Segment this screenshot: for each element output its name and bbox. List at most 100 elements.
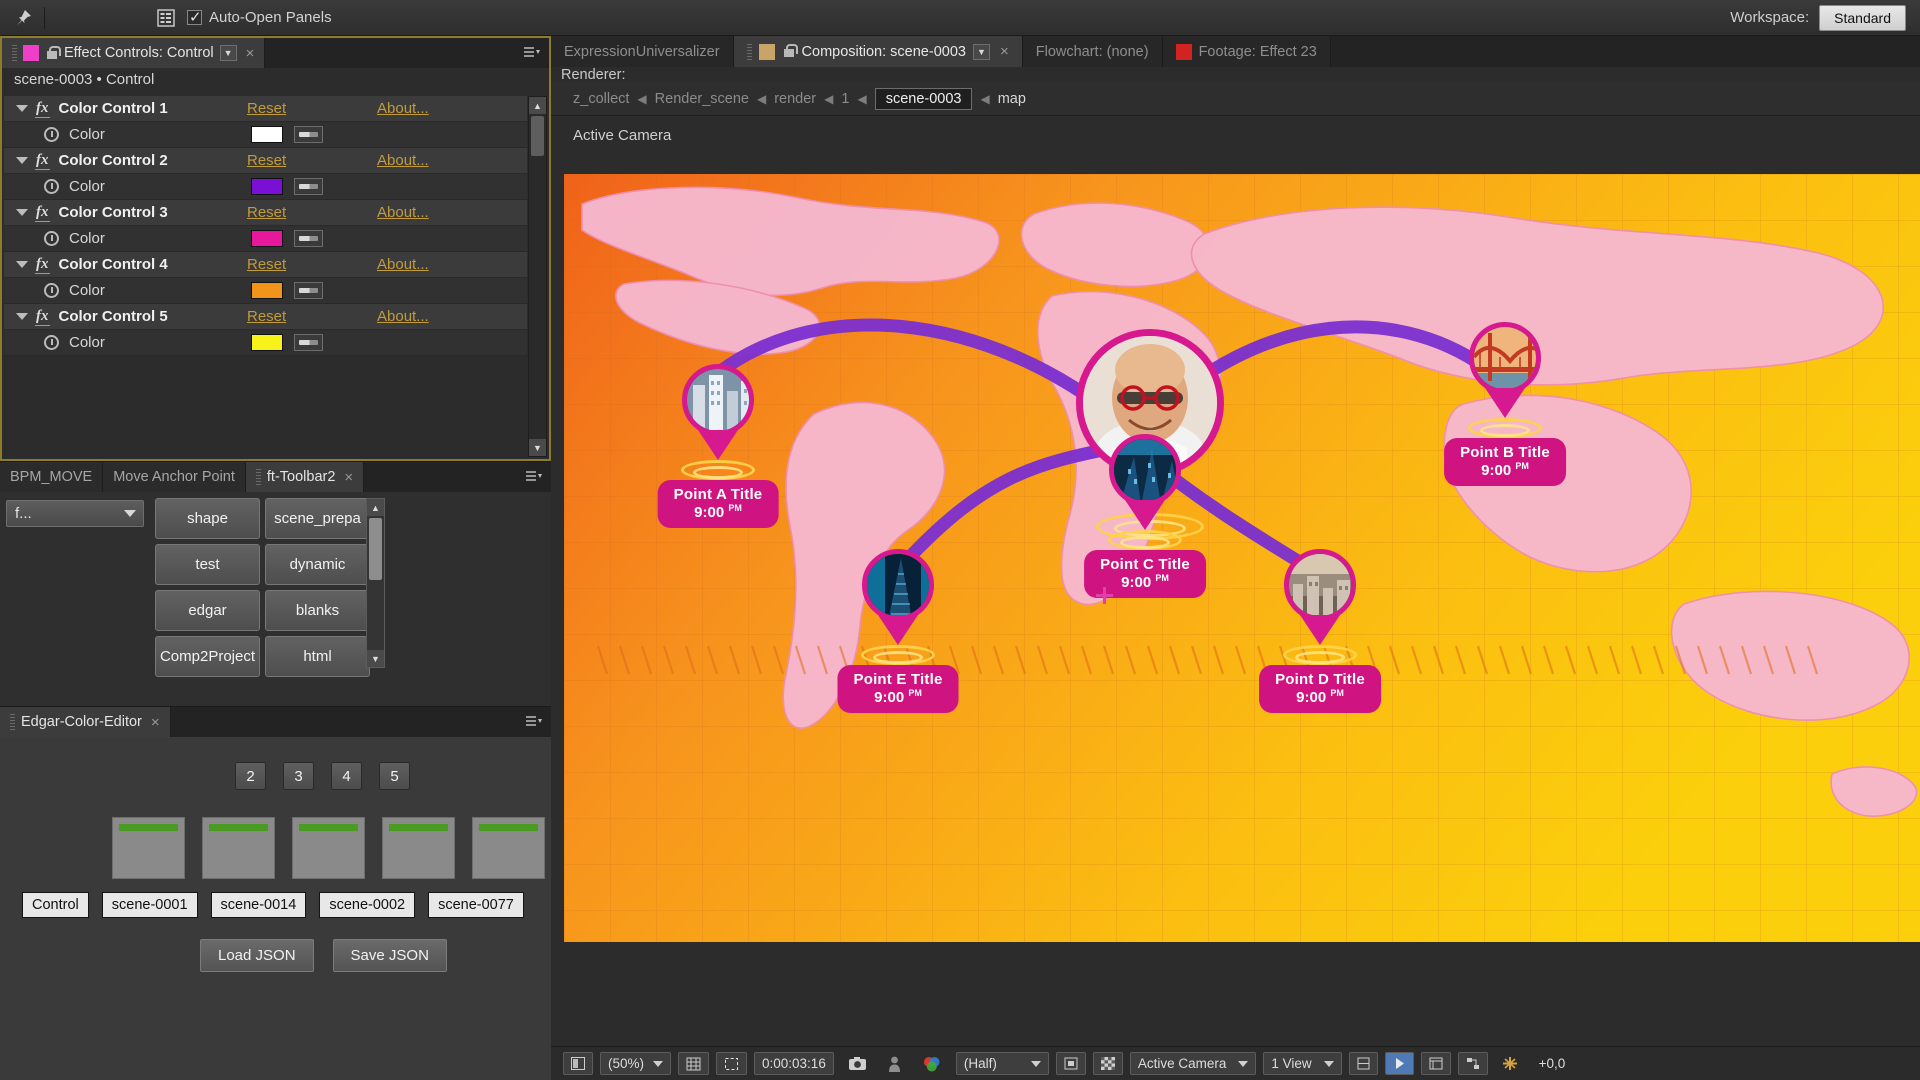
scene-button[interactable]: scene-0014 [210, 892, 307, 918]
pin-icon[interactable] [10, 6, 36, 30]
viewer-tab[interactable]: ExpressionUniversalizer [551, 36, 734, 67]
ft-toolbar-dropdown[interactable]: f... [6, 500, 144, 527]
eyedropper-icon[interactable] [294, 178, 323, 195]
color-slot-button[interactable]: 5 [379, 762, 410, 790]
viewer-tab[interactable]: Composition: scene-0003 ▼ × [733, 36, 1023, 67]
color-slot-button[interactable]: 4 [331, 762, 362, 790]
anchor-point-crosshair-icon[interactable] [1096, 587, 1113, 604]
color-swatch[interactable] [251, 126, 283, 143]
disclosure-triangle-icon[interactable] [16, 105, 28, 112]
close-icon[interactable]: × [243, 45, 255, 62]
auto-open-panels-checkbox[interactable]: Auto-Open Panels [187, 8, 332, 26]
save-json-button[interactable]: Save JSON [332, 939, 447, 972]
color-editor-swatch[interactable] [202, 817, 275, 879]
breadcrumb-item[interactable]: map [998, 91, 1026, 107]
color-editor-panel-menu-icon[interactable] [523, 712, 545, 730]
pin-label[interactable]: Point D Title 9:00 PM [1259, 665, 1381, 713]
disclosure-triangle-icon[interactable] [16, 209, 28, 216]
breadcrumb-item[interactable]: scene-0003 [874, 88, 973, 110]
panel-grip-icon[interactable] [746, 43, 752, 60]
scroll-down-icon[interactable]: ▼ [529, 439, 546, 456]
tab-effect-controls[interactable]: Effect Controls: Control ▼ × [2, 38, 266, 68]
breadcrumb-item[interactable]: 1 [841, 91, 849, 107]
map-pin-e[interactable]: Point E Title 9:00 PM [837, 549, 959, 713]
take-snapshot-icon[interactable] [841, 1052, 874, 1075]
show-snapshot-icon[interactable] [881, 1052, 908, 1075]
map-pin-c[interactable]: Point C Title 9:00 PM [1084, 434, 1206, 598]
color-swatch[interactable] [251, 178, 283, 195]
eyedropper-icon[interactable] [294, 126, 323, 143]
ft-toolbar-button[interactable]: blanks [265, 590, 370, 631]
stopwatch-icon[interactable] [44, 283, 59, 298]
reset-exposure-icon[interactable] [1495, 1052, 1525, 1075]
color-slot-button[interactable]: 3 [283, 762, 314, 790]
color-swatch[interactable] [251, 282, 283, 299]
scrollbar-thumb[interactable] [369, 518, 382, 580]
color-editor-swatch[interactable] [472, 817, 545, 879]
reset-link[interactable]: Reset [247, 100, 286, 117]
color-editor-swatch[interactable] [292, 817, 365, 879]
ft-toolbar-button[interactable]: shape [155, 498, 260, 539]
workspace-selector[interactable]: Workspace: Standard [1730, 4, 1910, 31]
breadcrumb-item[interactable]: render [774, 91, 816, 107]
close-icon[interactable]: × [997, 43, 1009, 60]
effect-header-row[interactable]: fx Color Control 4 Reset About... [4, 252, 527, 278]
pin-label[interactable]: Point B Title 9:00 PM [1444, 438, 1566, 486]
comp-flowchart-button[interactable] [1457, 1052, 1488, 1075]
region-preview-button[interactable] [1055, 1052, 1086, 1075]
tab-edgar-color-editor[interactable]: Edgar-Color-Editor × [0, 707, 171, 737]
panels-list-icon[interactable] [153, 6, 179, 30]
disclosure-triangle-icon[interactable] [16, 157, 28, 164]
ft-toolbar-scrollbar[interactable]: ▲ ▼ [366, 498, 385, 668]
pixel-aspect-correction-button[interactable] [1348, 1052, 1378, 1075]
disclosure-triangle-icon[interactable] [16, 313, 28, 320]
disclosure-triangle-icon[interactable] [16, 261, 28, 268]
ft-toolbar-button[interactable]: Comp2Project [155, 636, 260, 677]
workspace-standard-button[interactable]: Standard [1819, 4, 1906, 31]
effect-property-row[interactable]: Color [4, 226, 527, 252]
effect-header-row[interactable]: fx Color Control 5 Reset About... [4, 304, 527, 330]
renderer-label[interactable]: Renderer: [551, 67, 1920, 83]
pin-label[interactable]: Point A Title 9:00 PM [657, 480, 779, 528]
panel-menu-icon[interactable] [521, 43, 543, 61]
map-pin-a[interactable]: Point A Title 9:00 PM [657, 364, 779, 528]
about-link[interactable]: About... [377, 256, 429, 273]
pin-label[interactable]: Point E Title 9:00 PM [837, 665, 959, 713]
reset-link[interactable]: Reset [247, 256, 286, 273]
effect-header-row[interactable]: fx Color Control 1 Reset About... [4, 96, 527, 122]
panel-grip-icon[interactable] [10, 714, 15, 730]
stopwatch-icon[interactable] [44, 231, 59, 246]
breadcrumb-item[interactable]: z_collect [573, 91, 629, 107]
chevron-down-icon[interactable]: ▼ [219, 45, 237, 61]
effect-property-row[interactable]: Color [4, 278, 527, 304]
camera-view-dropdown[interactable]: Active Camera [1129, 1052, 1257, 1075]
current-timecode[interactable]: 0:00:03:16 [754, 1052, 834, 1075]
eyedropper-icon[interactable] [294, 230, 323, 247]
color-swatch[interactable] [251, 334, 283, 351]
reset-link[interactable]: Reset [247, 152, 286, 169]
resolution-dropdown[interactable]: (Half) [955, 1052, 1049, 1075]
timeline-button[interactable] [1420, 1052, 1451, 1075]
close-icon[interactable]: × [341, 469, 353, 486]
color-slot-button[interactable]: 2 [235, 762, 266, 790]
viewer-tab[interactable]: Flowchart: (none) [1022, 36, 1163, 67]
reset-link[interactable]: Reset [247, 308, 286, 325]
scene-button[interactable]: scene-0002 [319, 892, 416, 918]
about-link[interactable]: About... [377, 100, 429, 117]
panel-grip-icon[interactable] [255, 469, 261, 485]
close-icon[interactable]: × [148, 714, 160, 731]
color-swatch[interactable] [251, 230, 283, 247]
map-pin-b[interactable]: Point B Title 9:00 PM [1444, 322, 1566, 486]
region-of-interest-button[interactable] [716, 1052, 748, 1075]
stopwatch-icon[interactable] [44, 179, 59, 194]
toggle-transparency-button[interactable] [1092, 1052, 1123, 1075]
scene-button[interactable]: scene-0001 [101, 892, 198, 918]
color-editor-swatch[interactable] [382, 817, 455, 879]
scene-button[interactable]: scene-0077 [428, 892, 524, 918]
ft-panel-menu-icon[interactable] [523, 467, 545, 485]
color-editor-swatch[interactable] [112, 817, 185, 879]
ft-toolbar-button[interactable]: dynamic [265, 544, 370, 585]
ft-toolbar-button[interactable]: scene_prepa [265, 498, 370, 539]
eyedropper-icon[interactable] [294, 282, 323, 299]
about-link[interactable]: About... [377, 152, 429, 169]
